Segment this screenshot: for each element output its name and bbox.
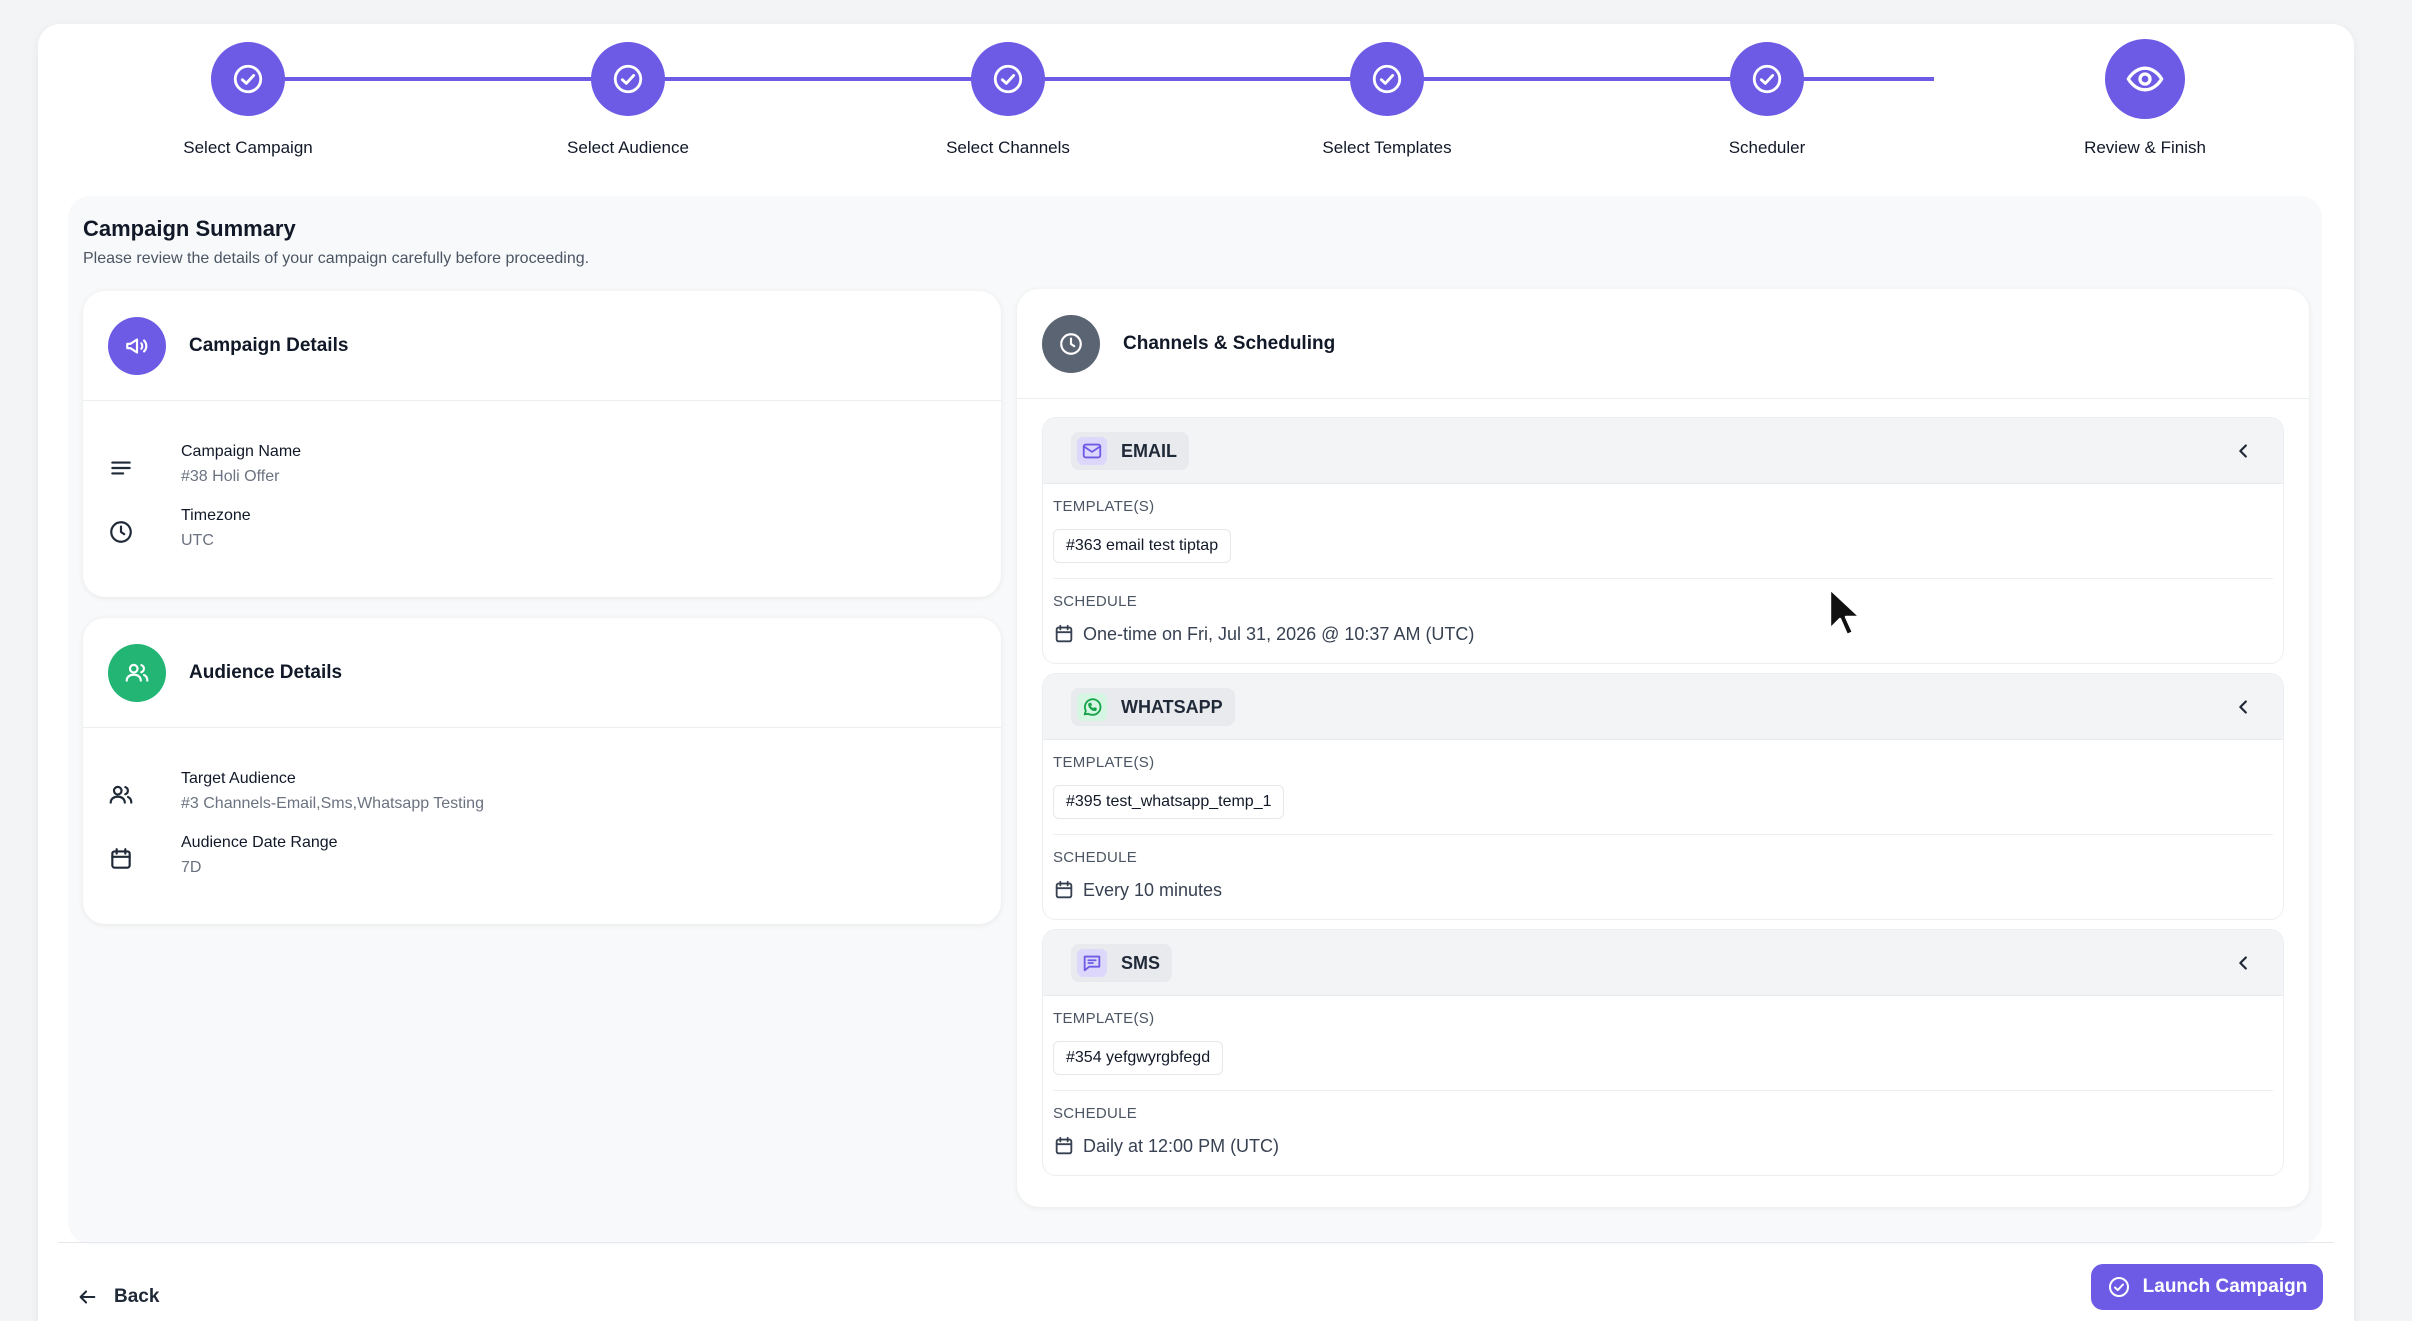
clock-icon: [1042, 315, 1100, 373]
schedule-text: Daily at 12:00 PM (UTC): [1083, 1135, 1280, 1156]
check-circle-icon: [1350, 42, 1424, 116]
channel-email: EMAIL TEMPLATE(S) #363 email test tiptap…: [1042, 417, 2284, 664]
target-audience-value: #3 Channels-Email,Sms,Whatsapp Testing: [181, 795, 484, 812]
schedule-value: Daily at 12:00 PM (UTC): [1053, 1135, 1279, 1157]
schedule-text: One-time on Fri, Jul 31, 2026 @ 10:37 AM…: [1083, 623, 1475, 644]
channel-header[interactable]: EMAIL: [1043, 418, 2283, 484]
channel-badge: WHATSAPP: [1071, 688, 1235, 726]
channel-whatsapp: WHATSAPP TEMPLATE(S) #395 test_whatsapp_…: [1042, 673, 2284, 920]
calendar-icon: [1055, 624, 1073, 643]
campaign-summary-panel: Campaign Summary Please review the detai…: [68, 196, 2322, 1244]
timezone-value: UTC: [181, 532, 214, 549]
template-tag: #363 email test tiptap: [1053, 529, 1232, 563]
audience-details-card: Audience Details Target Audience #3 Chan…: [83, 618, 1001, 924]
chevron-left-icon[interactable]: [2233, 952, 2255, 974]
whatsapp-icon: [1077, 693, 1107, 721]
step-scheduler[interactable]: Scheduler: [1647, 42, 1887, 158]
users-icon: [108, 782, 136, 810]
launch-campaign-button[interactable]: Launch Campaign: [2091, 1264, 2323, 1310]
check-circle-icon: [2108, 1277, 2129, 1297]
wizard-frame: Select Campaign Select Audience Select C…: [38, 24, 2354, 1321]
templates-label: TEMPLATE(S): [1053, 1010, 1155, 1027]
mouse-cursor-icon: [1828, 587, 1862, 644]
templates-label: TEMPLATE(S): [1053, 754, 1155, 771]
arrow-left-icon: [79, 1290, 96, 1304]
schedule-label: SCHEDULE: [1053, 1105, 1138, 1122]
step-label: Select Templates: [1322, 138, 1452, 157]
card-title: Channels & Scheduling: [1123, 333, 1336, 354]
back-label: Back: [114, 1286, 160, 1307]
audience-date-range-row: Audience Date Range 7D: [83, 834, 1001, 894]
channels-scheduling-card: Channels & Scheduling EMAIL TEMPLATE(S): [1017, 289, 2309, 1207]
schedule-value: Every 10 minutes: [1053, 879, 1222, 901]
check-circle-icon: [971, 42, 1045, 116]
step-label: Select Campaign: [183, 138, 313, 157]
channel-header[interactable]: SMS: [1043, 930, 2283, 996]
channel-header[interactable]: WHATSAPP: [1043, 674, 2283, 740]
progress-stepper: Select Campaign Select Audience Select C…: [38, 24, 2354, 174]
step-label: Review & Finish: [2084, 138, 2206, 157]
divider: [1053, 578, 2273, 579]
campaign-details-card: Campaign Details Campaign Name #38 Holi …: [83, 291, 1001, 597]
card-header: Channels & Scheduling: [1017, 289, 2309, 399]
summary-title: Campaign Summary: [83, 216, 296, 241]
channel-name: EMAIL: [1121, 440, 1177, 461]
mail-icon: [1077, 437, 1107, 465]
channel-badge: SMS: [1071, 944, 1173, 982]
megaphone-icon: [108, 317, 166, 375]
timezone-row: Timezone UTC: [83, 507, 1001, 567]
step-select-campaign[interactable]: Select Campaign: [128, 42, 368, 158]
users-icon: [108, 644, 166, 702]
step-label: Select Audience: [567, 138, 689, 157]
calendar-icon: [1055, 1136, 1073, 1155]
step-select-channels[interactable]: Select Channels: [888, 42, 1128, 158]
step-select-templates[interactable]: Select Templates: [1267, 42, 1507, 158]
templates-label: TEMPLATE(S): [1053, 498, 1155, 515]
channel-name: SMS: [1121, 952, 1161, 973]
schedule-label: SCHEDULE: [1053, 593, 1138, 610]
launch-label: Launch Campaign: [2142, 1276, 2308, 1297]
footer-divider: [58, 1242, 2334, 1243]
campaign-name-row: Campaign Name #38 Holi Offer: [83, 443, 1001, 503]
channel-badge: EMAIL: [1071, 432, 1189, 470]
timezone-label: Timezone: [181, 507, 251, 524]
template-tag: #395 test_whatsapp_temp_1: [1053, 785, 1285, 819]
channel-sms: SMS TEMPLATE(S) #354 yefgwyrgbfegd SCHED…: [1042, 929, 2284, 1176]
audience-date-range-value: 7D: [181, 859, 202, 876]
campaign-name-label: Campaign Name: [181, 443, 302, 460]
channel-name: WHATSAPP: [1121, 696, 1223, 717]
check-circle-icon: [1730, 42, 1804, 116]
divider: [1053, 1090, 2273, 1091]
lines-icon: [108, 455, 136, 483]
target-audience-label: Target Audience: [181, 770, 296, 787]
card-title: Audience Details: [189, 662, 343, 683]
chevron-left-icon[interactable]: [2233, 440, 2255, 462]
step-label: Select Channels: [946, 138, 1070, 157]
audience-date-range-label: Audience Date Range: [181, 834, 338, 851]
calendar-icon: [108, 846, 136, 874]
chevron-left-icon[interactable]: [2233, 696, 2255, 718]
check-circle-icon: [211, 42, 285, 116]
step-select-audience[interactable]: Select Audience: [508, 42, 748, 158]
schedule-value: One-time on Fri, Jul 31, 2026 @ 10:37 AM…: [1053, 623, 1474, 645]
template-tag: #354 yefgwyrgbfegd: [1053, 1041, 1224, 1075]
schedule-text: Every 10 minutes: [1083, 879, 1223, 900]
target-audience-row: Target Audience #3 Channels-Email,Sms,Wh…: [83, 770, 1001, 830]
schedule-label: SCHEDULE: [1053, 849, 1138, 866]
card-title: Campaign Details: [189, 335, 349, 356]
card-header: Campaign Details: [83, 291, 1001, 401]
campaign-name-value: #38 Holi Offer: [181, 468, 280, 485]
back-button[interactable]: Back: [76, 1286, 159, 1308]
step-label: Scheduler: [1728, 138, 1806, 157]
calendar-icon: [1055, 880, 1073, 899]
card-header: Audience Details: [83, 618, 1001, 728]
check-circle-icon: [591, 42, 665, 116]
step-review-finish[interactable]: Review & Finish: [2025, 39, 2265, 158]
clock-icon: [108, 519, 136, 547]
summary-subtitle: Please review the details of your campai…: [83, 250, 590, 267]
message-icon: [1077, 949, 1107, 977]
eye-icon: [2105, 39, 2185, 119]
divider: [1053, 834, 2273, 835]
